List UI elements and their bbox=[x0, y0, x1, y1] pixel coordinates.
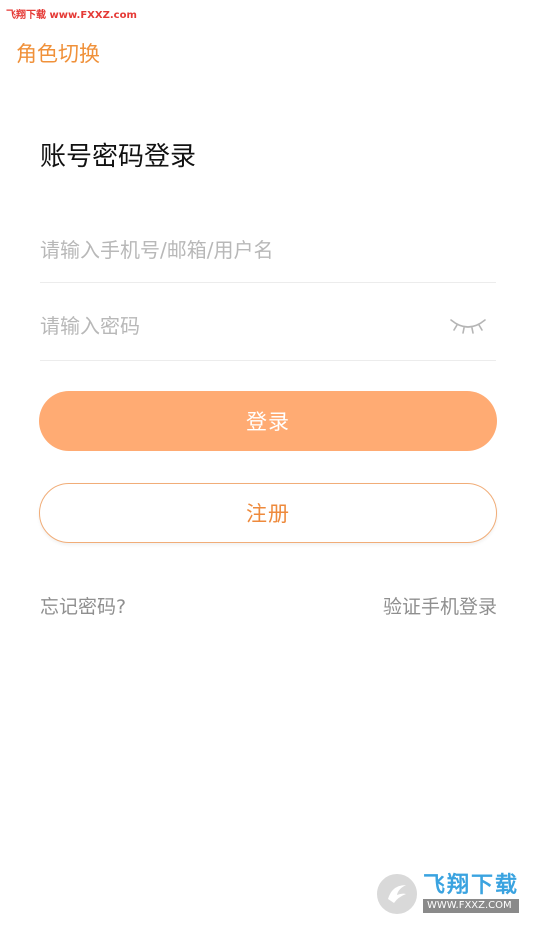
eye-closed-icon[interactable] bbox=[448, 314, 488, 336]
watermark-text: 飞翔下载 www.FXXZ.com bbox=[6, 10, 137, 21]
forgot-password-link[interactable]: 忘记密码? bbox=[40, 592, 126, 619]
login-button[interactable]: 登录 bbox=[39, 391, 497, 451]
watermark-logo: 飞翔下载 WWW.FXXZ.COM bbox=[375, 871, 529, 917]
password-input[interactable] bbox=[40, 292, 420, 360]
password-field bbox=[40, 292, 496, 361]
logo-text: 飞翔下载 bbox=[423, 873, 520, 898]
role-switch-link[interactable]: 角色切换 bbox=[16, 38, 100, 68]
sms-login-link[interactable]: 验证手机登录 bbox=[383, 592, 497, 619]
account-field bbox=[40, 218, 496, 283]
register-button[interactable]: 注册 bbox=[39, 483, 497, 543]
logo-mark-icon bbox=[375, 872, 419, 916]
logo-url: WWW.FXXZ.COM bbox=[423, 899, 520, 913]
account-input[interactable] bbox=[40, 218, 420, 282]
page-title: 账号密码登录 bbox=[40, 142, 197, 172]
